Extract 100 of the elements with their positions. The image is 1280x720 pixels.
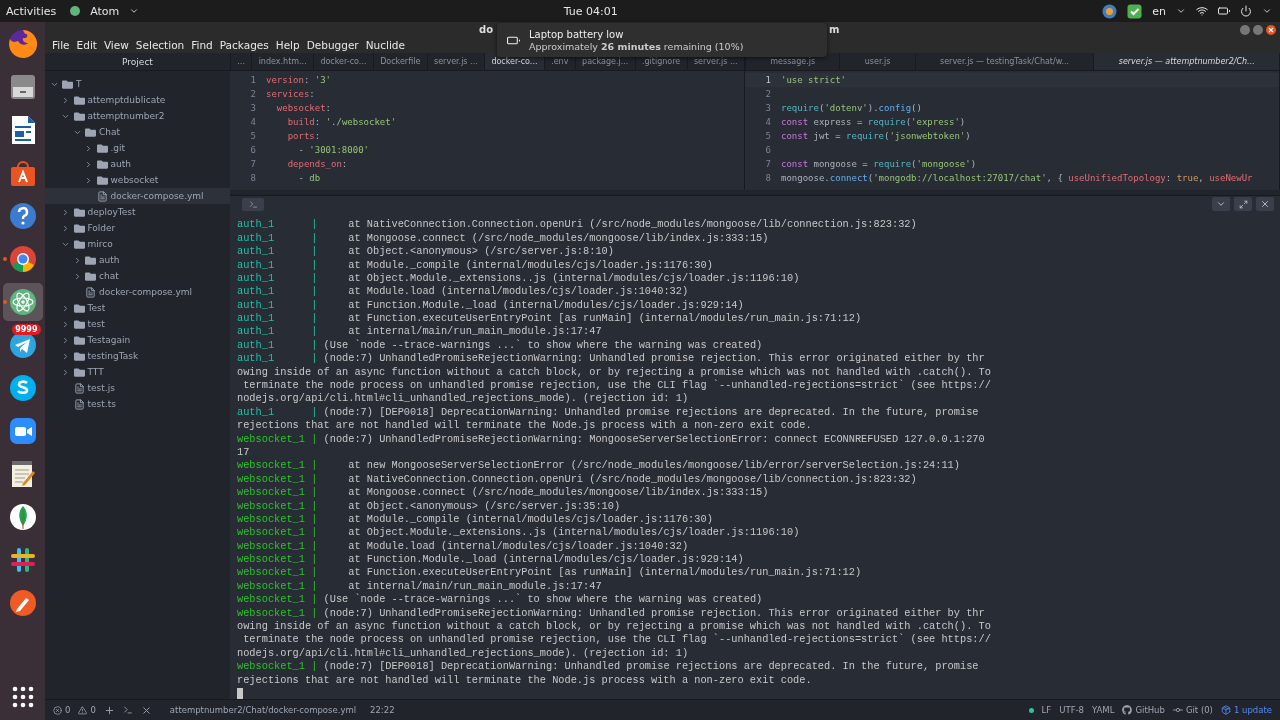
git-status[interactable]: Git (0) (1185, 705, 1213, 715)
menu-item[interactable]: Selection (132, 39, 188, 51)
terminal-line: websocket_1 | (node:7) UnhandledPromiseRejectionWarning: Unhandled promise rejection. This error originated either by thr (237, 606, 986, 621)
terminal-line: auth_1 | at Module.load (internal/modules/cjs/loader.js:1040:32) (237, 285, 690, 299)
tree-item[interactable]: chat (45, 268, 230, 284)
menu-item[interactable]: Nuclide (362, 39, 408, 51)
activities-button[interactable]: Activities (6, 4, 57, 18)
code-line: websocket: (275, 103, 332, 113)
encoding[interactable]: UTF-8 (1059, 705, 1084, 715)
folder-icon (73, 222, 85, 234)
terminal-icon (248, 199, 258, 209)
menu-item[interactable]: Packages (216, 39, 272, 51)
menu-item[interactable]: File (49, 39, 73, 51)
terminal-icon[interactable] (122, 705, 133, 715)
menu-item[interactable]: Help (272, 39, 303, 51)
line-ending[interactable]: LF (1041, 705, 1052, 715)
terminal-line: auth_1 | (node:7) UnhandledPromiseRejectionWarning: Unhandled promise rejection. This error originated either by thr (237, 352, 986, 366)
tree-item[interactable]: .git (45, 140, 230, 156)
cursor-position[interactable]: 22:22 (370, 705, 395, 715)
editor-tab[interactable]: docker-co... (313, 53, 373, 70)
terminal-line: nodejs.org/api/cli.html#cli_unhandled_rejections_mode). (rejection id: 1) (237, 392, 690, 406)
tree-item[interactable]: testingTask (45, 348, 230, 364)
tree-item[interactable]: auth (45, 156, 230, 172)
line-number: 5 (764, 131, 772, 141)
unread-badge: 9999 (12, 324, 41, 335)
menu-item[interactable]: Debugger (303, 39, 362, 51)
tree-item[interactable]: Test (45, 300, 230, 316)
plus-icon[interactable] (103, 704, 115, 716)
tree-item[interactable]: mirco (45, 236, 230, 252)
terminal-line: websocket_1 | (node:7) [DEP0018] DeprecationWarning: Unhandled promise rejections are deprecated. In the future, promise (237, 660, 980, 674)
hash-icon[interactable] (8, 546, 37, 574)
github-icon[interactable] (1122, 705, 1133, 715)
wifi-icon[interactable] (1196, 5, 1208, 17)
tree-item[interactable]: attemptdublicate (45, 92, 230, 108)
grammar[interactable]: YAML (1092, 705, 1115, 715)
package-icon[interactable] (1220, 705, 1231, 715)
tree-item[interactable]: deployTest (45, 204, 230, 220)
tree-item[interactable]: docker-compose.yml (45, 188, 230, 204)
clock[interactable]: Tue 04:01 (563, 4, 618, 18)
folder-icon (73, 238, 85, 250)
code-line: - '3001:8000' (297, 145, 369, 155)
caret-icon (1262, 6, 1272, 16)
tree-item[interactable]: websocket (45, 172, 230, 188)
editor-tab[interactable]: server.js — attemptnumber2/Ch... (1093, 53, 1280, 70)
folder-icon (73, 110, 85, 122)
file-path[interactable]: attemptnumber2/Chat/docker-compose.yml (169, 705, 357, 715)
battery-icon[interactable] (1218, 5, 1230, 17)
terminal-line: websocket_1 | (node:7) UnhandledPromiseRejectionWarning: MongooseServerSelectionError: connect ECONNREFUSED 127.0.0.1:270 (237, 432, 986, 446)
error-icon[interactable] (53, 705, 62, 715)
editor-tab[interactable]: index.htm... (251, 53, 314, 70)
app-menu[interactable]: Atom (90, 4, 120, 18)
maximize-button[interactable] (1234, 197, 1252, 212)
pen-icon[interactable] (7, 588, 38, 618)
terminal-line: websocket_1 | at Object.<anonymous> (/src/server.js:35:10) (237, 499, 622, 513)
close-button[interactable] (1256, 197, 1274, 212)
tree-item[interactable]: attemptnumber2 (45, 108, 230, 124)
tree-item[interactable]: Testagain (45, 332, 230, 348)
status-dot-icon (1028, 707, 1034, 713)
collapse-button[interactable] (1212, 197, 1230, 212)
update-link[interactable]: 1 update (1233, 705, 1272, 715)
editor-tab[interactable]: ... (230, 53, 252, 70)
tree-item[interactable]: test.js (45, 380, 230, 396)
tree-item[interactable]: docker-compose.yml (45, 284, 230, 300)
editor-tab[interactable]: Dockerfile (372, 53, 427, 70)
terminal-tab[interactable] (242, 197, 264, 211)
terminal-line: 17 (237, 445, 251, 460)
check-indicator-icon[interactable] (1127, 3, 1143, 19)
app-grid-icon[interactable] (11, 686, 34, 708)
line-number: 2 (764, 89, 772, 99)
folder-icon (73, 350, 85, 362)
menu-item[interactable]: View (100, 39, 132, 51)
warning-count[interactable]: 0 (90, 705, 96, 715)
folder-icon (96, 142, 108, 154)
tree-item[interactable]: T (45, 76, 230, 92)
help-icon[interactable] (7, 201, 38, 231)
editor-tab[interactable]: user.js (839, 53, 915, 70)
language-indicator[interactable]: en (1152, 4, 1166, 18)
line-number: 4 (764, 117, 772, 127)
folder-icon (96, 174, 108, 186)
power-icon[interactable] (1240, 5, 1252, 17)
git-commit-icon[interactable] (1172, 705, 1183, 715)
close-icon[interactable] (1266, 25, 1276, 35)
folder-icon (62, 78, 73, 90)
browser-ring-icon[interactable] (7, 244, 38, 274)
video-camera-icon[interactable] (7, 416, 38, 446)
tree-item[interactable]: Folder (45, 220, 230, 236)
minimize-icon[interactable] (1240, 25, 1250, 35)
fox-globe-icon[interactable] (6, 28, 39, 60)
tree-item[interactable]: TTT (45, 364, 230, 380)
tree-item[interactable]: test (45, 316, 230, 332)
warning-icon[interactable] (78, 705, 88, 715)
tree-item[interactable]: test.ts (45, 396, 230, 412)
tree-item[interactable]: Chat (45, 124, 230, 140)
menu-item[interactable]: Edit (73, 39, 100, 51)
leaf-icon[interactable] (7, 502, 38, 532)
error-count[interactable]: 0 (65, 705, 71, 715)
code-line: depends_on: (286, 159, 348, 169)
tree-item[interactable]: auth (45, 252, 230, 268)
github-link[interactable]: GitHub (1135, 705, 1165, 715)
menu-item[interactable]: Find (188, 39, 216, 51)
